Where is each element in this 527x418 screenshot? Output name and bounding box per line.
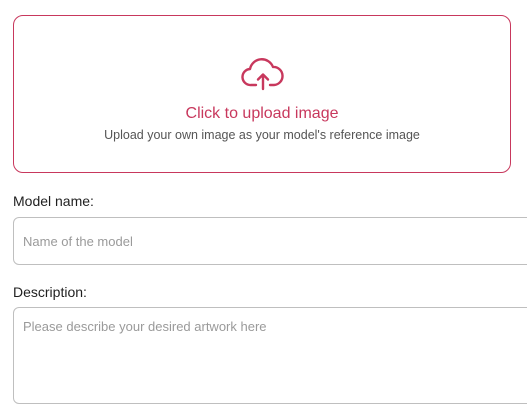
upload-title: Click to upload image [185,105,339,122]
model-name-label: Model name: [13,193,94,209]
description-label: Description: [13,284,87,300]
upload-dropzone[interactable]: Click to upload image Upload your own im… [13,15,511,173]
description-textarea[interactable] [13,307,527,404]
cloud-upload-icon [241,58,284,91]
model-name-input[interactable] [13,217,527,265]
upload-subtitle: Upload your own image as your model's re… [104,128,420,142]
